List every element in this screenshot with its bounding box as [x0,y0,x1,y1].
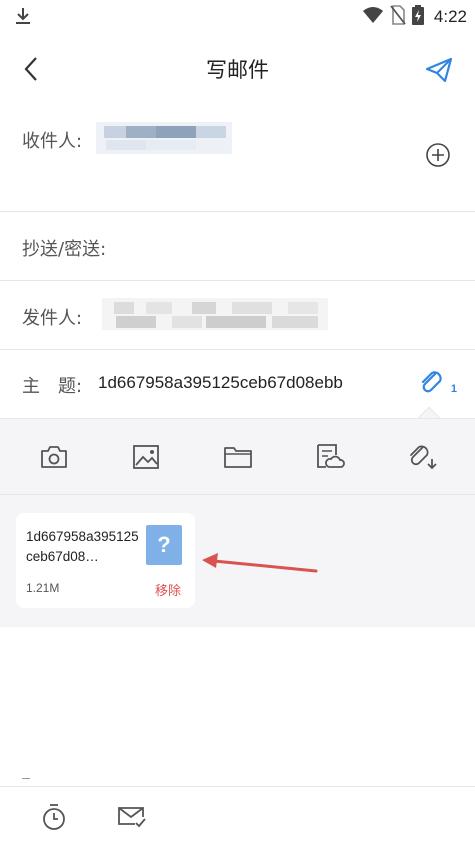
cloud-file-icon [317,444,345,468]
cc-bcc-label: 抄送/密送: [22,239,107,260]
paperclip-icon [421,371,442,393]
to-label: 收件人: [22,131,83,152]
attachment-toolbar [0,418,475,495]
attachment-download-button[interactable] [406,441,438,473]
folder-button[interactable] [222,441,254,473]
remove-attachment-button[interactable]: 移除 [155,580,181,599]
download-icon [14,6,32,30]
mail-check-icon [118,807,146,828]
image-icon [133,445,159,469]
unknown-file-icon: ? [146,525,182,565]
sender-address-redacted [102,298,328,330]
folder-icon [224,447,252,468]
bottom-toolbar [0,786,475,844]
cloud-file-button[interactable] [314,441,346,473]
paper-plane-icon [425,57,453,83]
battery-charging-icon [411,5,424,29]
schedule-send-button[interactable] [38,801,70,833]
subject-input[interactable]: 1d667958a395125ceb67d08ebb [98,373,343,393]
header: 写邮件 [0,34,475,104]
image-button[interactable] [130,441,162,473]
timer-icon [43,804,65,830]
status-bar: 4:22 [0,0,475,34]
attachment-size: 1.21M [26,581,60,595]
wifi-icon [362,6,384,28]
subject-label: 主 题: [22,376,83,397]
camera-button[interactable] [38,441,70,473]
camera-icon [41,446,67,468]
status-time: 4:22 [433,7,467,26]
plus-circle-icon [426,143,450,167]
cc-bcc-field[interactable]: 抄送/密送: [0,212,475,281]
recipient-chip-redacted [96,122,232,154]
subject-field[interactable]: 主 题: 1d667958a395125ceb67d08ebb 1 [0,350,475,418]
attachment-count-badge: 1 [450,383,457,395]
add-recipient-button[interactable] [425,142,451,168]
attachment-download-icon [410,445,437,470]
from-label: 发件人: [22,308,83,329]
no-sim-icon [390,5,406,29]
body-cursor-line [22,778,30,779]
send-button[interactable] [423,54,455,86]
read-receipt-button[interactable] [116,801,148,833]
annotation-arrow [202,553,318,573]
page-title: 写邮件 [206,58,269,82]
attachment-name: 1d667958a395125ceb67d08… [26,529,139,564]
to-field[interactable]: 收件人: [0,104,475,212]
attachment-card[interactable]: 1d667958a395125ceb67d08… ? 1.21M 移除 [16,513,195,608]
